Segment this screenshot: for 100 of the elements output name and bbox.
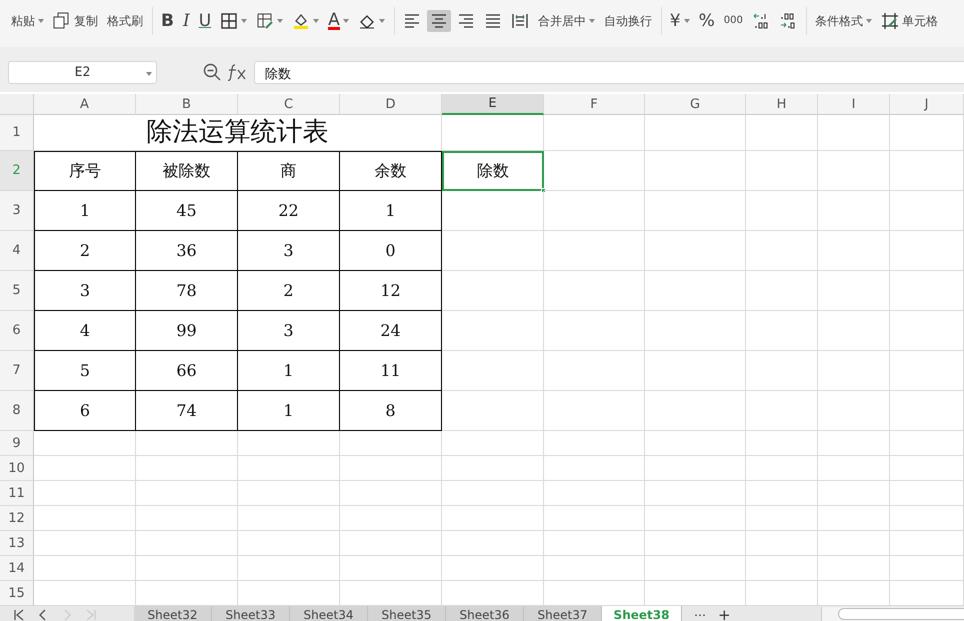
zoom-out-icon[interactable] — [203, 63, 221, 81]
empty-cell — [818, 151, 890, 191]
cellformat-button[interactable]: 单元格 — [878, 10, 941, 32]
fill-handle[interactable] — [541, 188, 546, 193]
row-header[interactable]: 4 — [0, 231, 34, 271]
horizontal-scrollbar[interactable] — [820, 607, 964, 621]
table-cell: 5 — [34, 351, 136, 391]
paste-button[interactable]: 粘贴 — [8, 10, 47, 32]
sheet-tab[interactable]: Sheet38 — [602, 606, 682, 621]
sheet-tab[interactable]: Sheet37 — [524, 606, 602, 621]
thousands-button[interactable]: 000 — [720, 10, 746, 32]
sheet-tab[interactable]: Sheet34 — [290, 606, 368, 621]
row-header[interactable]: 10 — [0, 456, 34, 481]
column-header[interactable]: C — [238, 94, 340, 115]
table-cell: 0 — [340, 231, 442, 271]
table-cell: 被除数 — [136, 151, 238, 191]
empty-cell — [818, 431, 890, 456]
column-header[interactable]: H — [746, 94, 818, 115]
table-cell: 3 — [238, 311, 340, 351]
underline-button[interactable]: U — [196, 10, 214, 32]
bold-button[interactable]: B — [158, 10, 177, 32]
table-cell: 1 — [238, 351, 340, 391]
caret-icon[interactable] — [313, 19, 320, 23]
column-header[interactable]: B — [136, 94, 238, 115]
row-header[interactable]: 14 — [0, 556, 34, 581]
empty-cell — [818, 115, 890, 151]
caret-icon[interactable] — [277, 19, 284, 23]
column-header[interactable]: I — [818, 94, 890, 115]
sheet-tab[interactable]: Sheet33 — [212, 606, 290, 621]
caret-icon[interactable] — [866, 19, 872, 23]
table-cell: 78 — [136, 271, 238, 311]
align-center-icon — [430, 12, 448, 30]
merge-button[interactable]: 合并居中 — [534, 10, 598, 32]
table-cell: 序号 — [34, 151, 136, 191]
fill-bucket-icon — [292, 12, 310, 30]
align-right-icon — [456, 12, 475, 30]
copy-button[interactable]: 复制 — [50, 10, 101, 32]
table-cell: 6 — [34, 391, 136, 431]
empty-cell — [818, 271, 890, 311]
caret-icon[interactable] — [146, 72, 152, 76]
scrollbar-thumb[interactable] — [838, 608, 964, 620]
caret-icon[interactable] — [588, 19, 595, 23]
sheet-tab[interactable]: Sheet32 — [134, 606, 212, 621]
font-color-button[interactable]: A — [325, 10, 352, 32]
increase-decimal-icon — [752, 12, 770, 30]
table-cell[interactable]: 除数 — [442, 151, 544, 191]
wrap-button[interactable]: 自动换行 — [600, 10, 655, 32]
table-cell: 45 — [136, 191, 238, 231]
empty-cell — [746, 115, 818, 151]
sheet-tab[interactable]: Sheet35 — [368, 606, 446, 621]
align-center-button[interactable] — [426, 10, 451, 32]
empty-cell — [818, 481, 890, 506]
column-header[interactable]: A — [34, 94, 136, 115]
sheet-tab[interactable]: Sheet36 — [446, 606, 524, 621]
row-header[interactable]: 11 — [0, 481, 34, 506]
row-header[interactable]: 13 — [0, 531, 34, 556]
table-cell: 商 — [238, 151, 340, 191]
row-header[interactable]: 9 — [0, 431, 34, 456]
table-cell: 66 — [136, 351, 238, 391]
more-sheets-button[interactable]: ⋯ — [694, 608, 706, 621]
percent-button[interactable]: % — [696, 10, 718, 32]
caret-icon[interactable] — [378, 19, 385, 23]
first-sheet-icon[interactable] — [12, 608, 26, 621]
copy-icon — [53, 12, 71, 30]
column-header[interactable]: D — [340, 94, 442, 115]
empty-cell — [746, 531, 818, 556]
column-header[interactable]: G — [645, 94, 746, 115]
row-header[interactable]: 5 — [0, 271, 34, 311]
italic-button[interactable]: I — [180, 10, 193, 32]
column-header[interactable]: E — [442, 94, 544, 115]
row-header[interactable]: 1 — [0, 115, 34, 151]
row-header[interactable]: 15 — [0, 581, 34, 606]
painter-button[interactable]: 格式刷 — [104, 10, 146, 32]
row-header[interactable]: 8 — [0, 391, 34, 431]
column-header[interactable]: J — [890, 94, 964, 115]
empty-cell — [818, 191, 890, 231]
row-header[interactable]: 12 — [0, 506, 34, 531]
empty-cell — [818, 556, 890, 581]
row-header[interactable]: 7 — [0, 351, 34, 391]
caret-icon[interactable] — [684, 19, 690, 23]
row-header[interactable]: 3 — [0, 191, 34, 231]
table-cell: 4 — [34, 311, 136, 351]
empty-cell — [746, 506, 818, 531]
formula-field[interactable]: 除数 — [254, 60, 964, 84]
caret-icon[interactable] — [241, 19, 248, 23]
table-cell: 3 — [238, 231, 340, 271]
name-box[interactable]: E2 — [8, 60, 157, 84]
empty-cell — [746, 391, 818, 431]
row-header[interactable]: 6 — [0, 311, 34, 351]
conditional-button[interactable]: 条件格式 — [812, 10, 875, 32]
empty-cell — [746, 556, 818, 581]
column-header[interactable]: F — [544, 94, 645, 115]
empty-cell — [746, 191, 818, 231]
caret-icon[interactable] — [38, 19, 44, 23]
currency-button[interactable]: ¥ — [666, 10, 693, 32]
empty-cell — [746, 151, 818, 191]
add-sheet-button[interactable]: + — [718, 606, 731, 621]
table-cell: 99 — [136, 311, 238, 351]
table-cell: 3 — [34, 271, 136, 311]
caret-icon[interactable] — [342, 19, 349, 23]
